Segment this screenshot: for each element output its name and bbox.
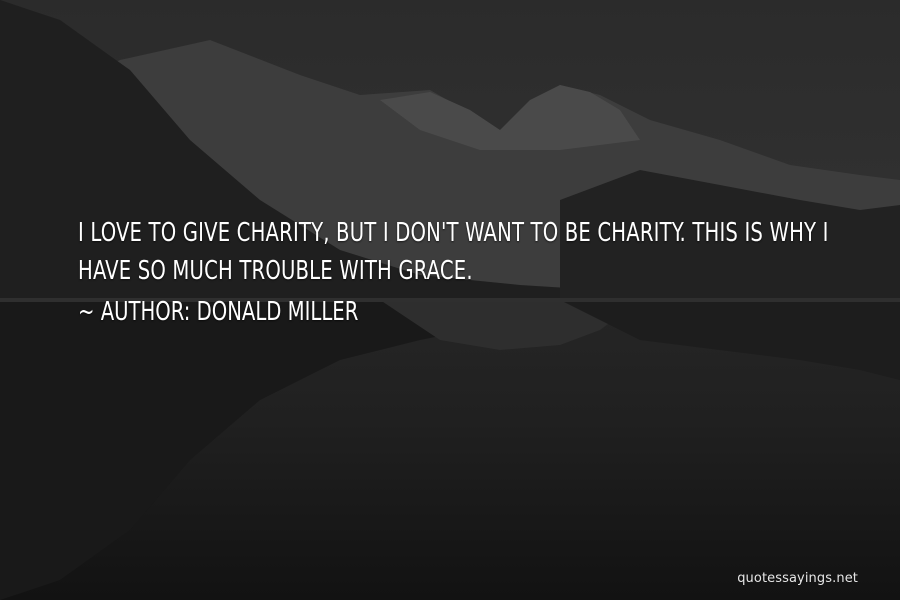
quote-card: I LOVE TO GIVE CHARITY, BUT I DON'T WANT…: [0, 0, 900, 600]
author-name: DONALD MILLER: [196, 297, 359, 327]
quote-block: I LOVE TO GIVE CHARITY, BUT I DON'T WANT…: [78, 214, 838, 330]
author-prefix: ~ AUTHOR:: [78, 297, 197, 327]
site-watermark: quotessayings.net: [737, 571, 858, 586]
author-line: ~ AUTHOR: DONALD MILLER: [78, 294, 716, 330]
quote-text: I LOVE TO GIVE CHARITY, BUT I DON'T WANT…: [78, 218, 829, 286]
